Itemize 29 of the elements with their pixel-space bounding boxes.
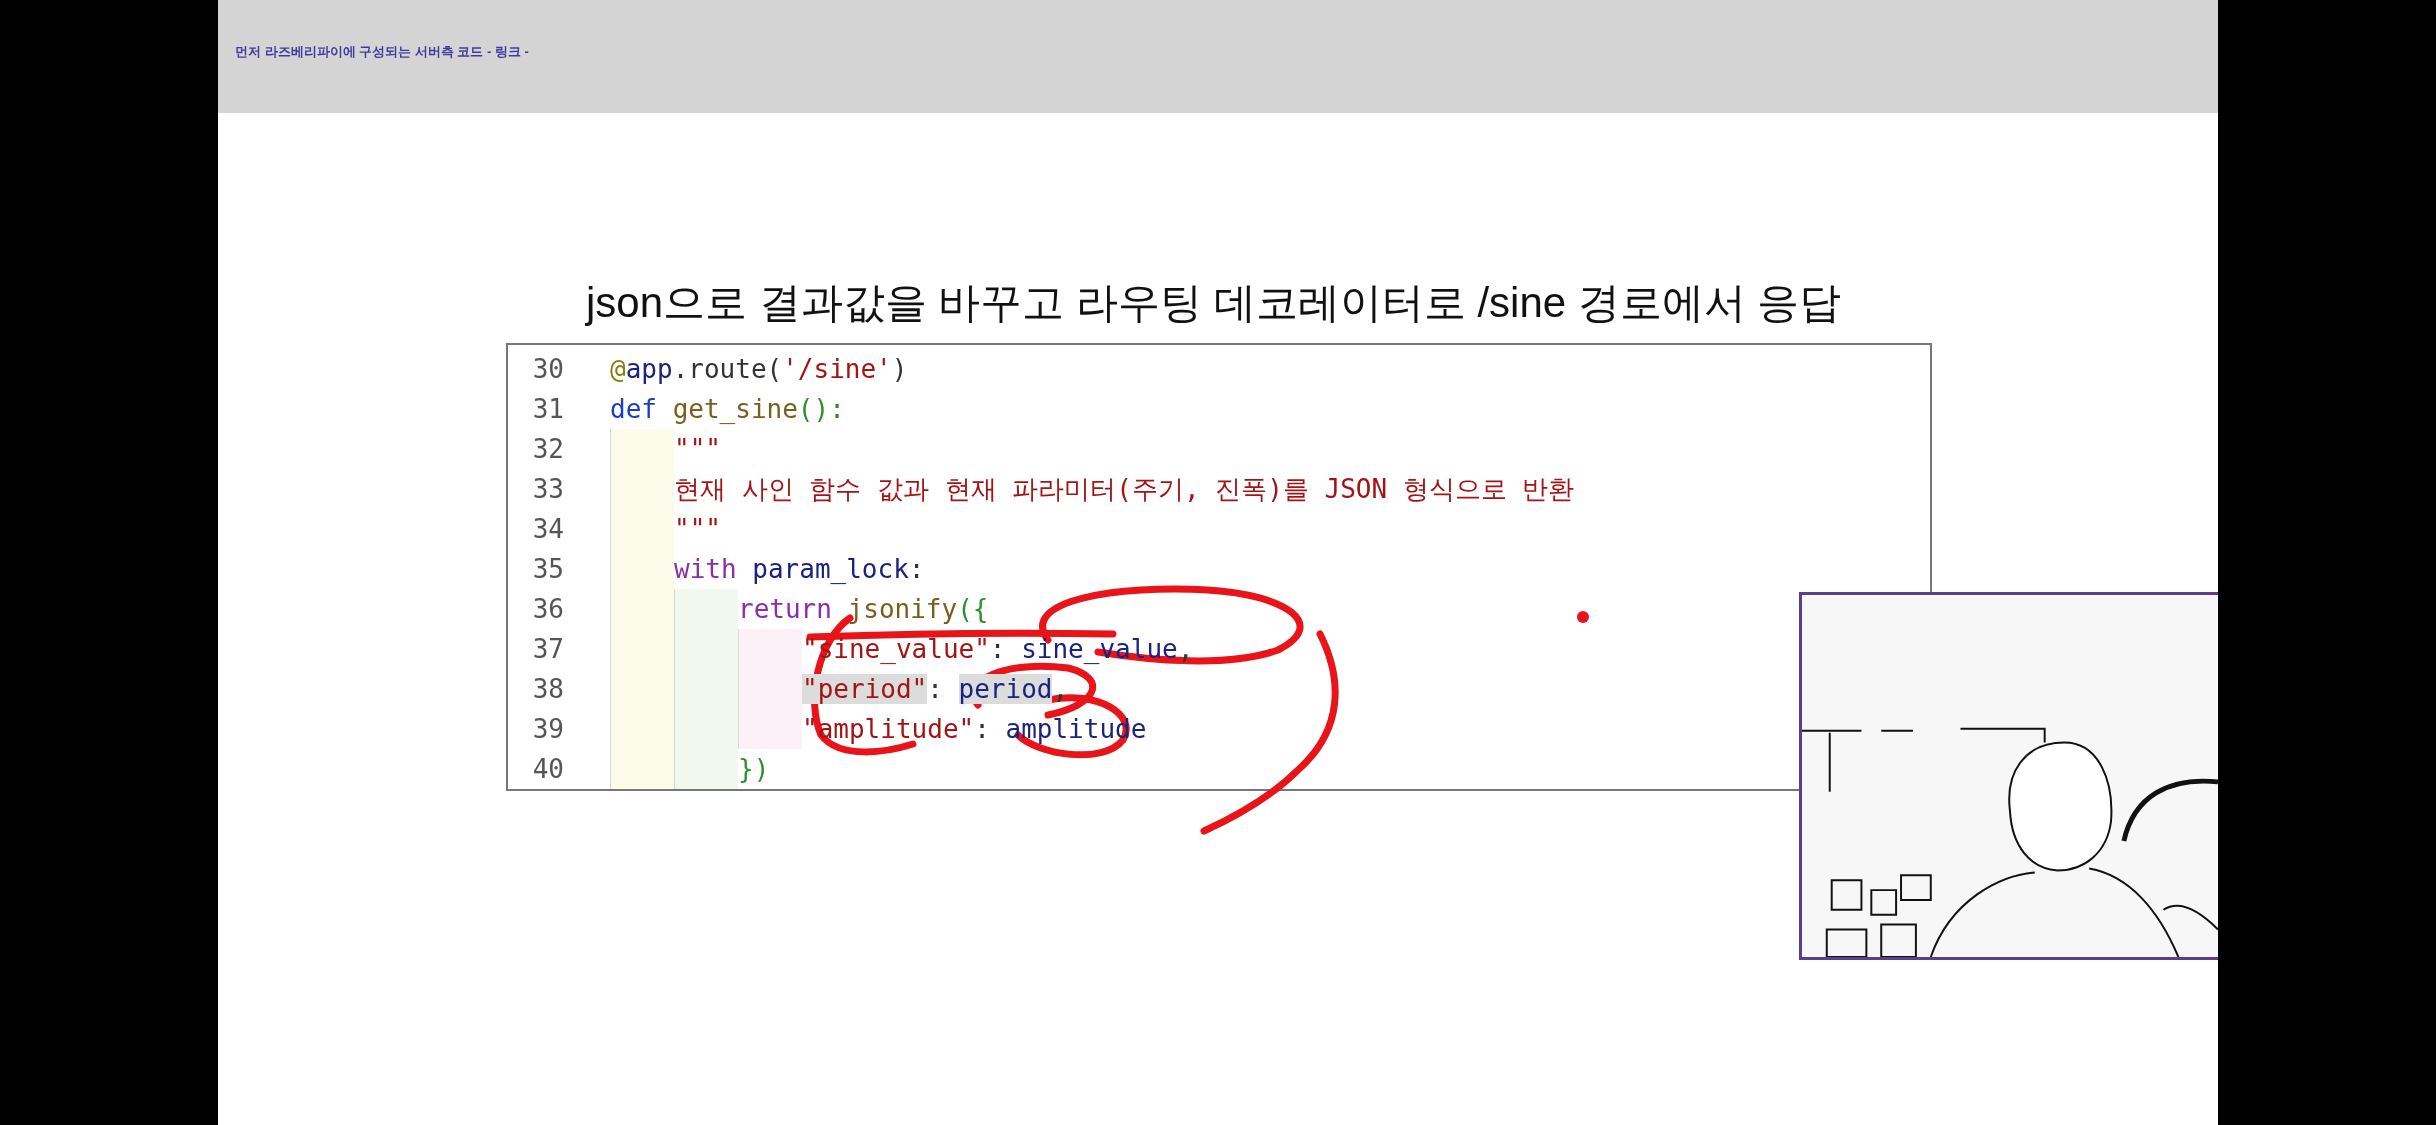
code-line: "period": period, (802, 673, 1069, 706)
line-number: 34 (531, 514, 564, 544)
line-number: 30 (531, 354, 564, 384)
indent-guide (738, 709, 802, 749)
header-link[interactable]: 먼저 라즈베리파이에 구성되는 서버측 코드 - 링크 - (235, 43, 529, 61)
line-number: 31 (531, 394, 564, 424)
line-number: 39 (531, 714, 564, 744)
line-number: 38 (531, 674, 564, 704)
pointer-icon (1577, 611, 1589, 623)
code-line: """ (674, 513, 721, 546)
line-number: 40 (531, 754, 564, 784)
slide-title: json으로 결과값을 바꾸고 라우팅 데코레이터로 /sine 경로에서 응답 (586, 278, 1843, 328)
line-number: 37 (531, 634, 564, 664)
code-line: def get_sine(): (610, 393, 845, 426)
line-number: 33 (531, 474, 564, 504)
code-line: }) (738, 753, 770, 786)
line-number: 32 (531, 434, 564, 464)
line-number: 36 (531, 594, 564, 624)
code-line: @app.route('/sine') (610, 353, 908, 386)
code-line: """ (674, 433, 721, 466)
indent-guide (738, 629, 802, 669)
code-line: return jsonify({ (738, 593, 989, 626)
code-line: with param_lock: (674, 553, 925, 586)
indent-guide (610, 749, 674, 789)
line-number: 35 (531, 554, 564, 584)
code-line: 현재 사인 함수 값과 현재 파라미터(주기, 진폭)를 JSON 형식으로 반환 (674, 473, 1575, 506)
indent-guide (674, 589, 738, 629)
indent-guide (610, 429, 674, 469)
indent-guide (674, 749, 738, 789)
